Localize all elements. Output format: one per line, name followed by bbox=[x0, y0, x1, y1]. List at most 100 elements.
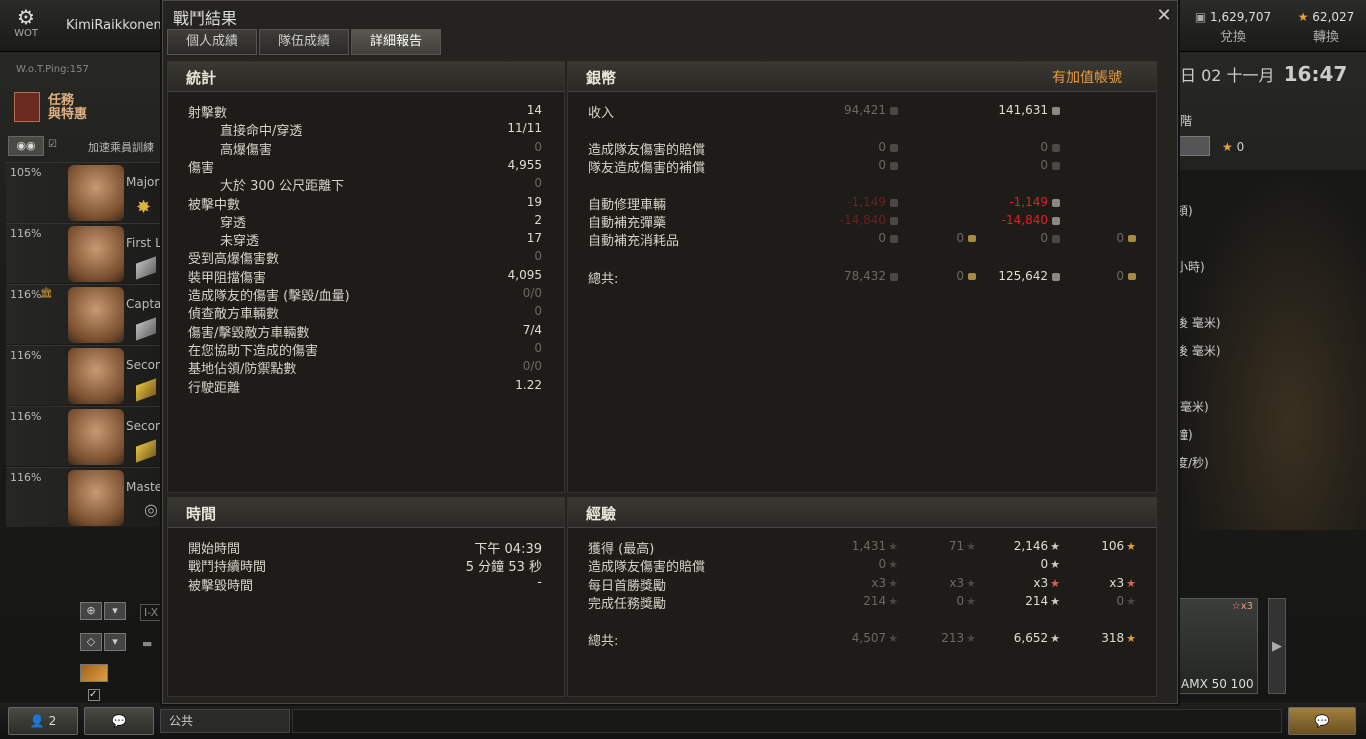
close-button[interactable]: ✕ bbox=[1155, 7, 1173, 25]
dropdown-arrow-icon[interactable]: ▾ bbox=[104, 602, 126, 620]
tab-team[interactable]: 隊伍成績 bbox=[259, 29, 349, 55]
dropdown-arrow-icon[interactable]: ▾ bbox=[104, 633, 126, 651]
xp-d: 318 ★ bbox=[1101, 631, 1136, 645]
missions-button[interactable]: 任務 與特惠 bbox=[14, 92, 164, 128]
chat-icon: 💬 bbox=[111, 714, 127, 728]
battle-results-dialog: 戰鬥結果 ✕ 個人成績 隊伍成績 詳細報告 統計 射擊數 14 直接命中/穿透 11/… bbox=[162, 0, 1178, 704]
ping-indicator: W.o.T.Ping:157 bbox=[16, 64, 89, 75]
credits-box[interactable]: ▣ 1,629,707 兌換 bbox=[1188, 10, 1278, 45]
xp-star-icon: ★ bbox=[966, 540, 976, 553]
credits-label: 自動補充彈藥 bbox=[588, 216, 667, 231]
credits-value: 1,629,707 bbox=[1210, 10, 1272, 24]
tank-type-icon[interactable]: ◇ bbox=[80, 633, 102, 651]
stat-label: 偵查敵方車輛數 bbox=[188, 307, 280, 323]
credits-base-value: -14,840 bbox=[839, 213, 886, 227]
xp-star-icon: ★ bbox=[1050, 540, 1060, 553]
carousel-scroll-right[interactable]: ▶ bbox=[1268, 598, 1286, 694]
stat-value: 0 bbox=[534, 340, 542, 355]
nation-filter[interactable]: ⊕ ▾ bbox=[80, 602, 130, 622]
tab-personal[interactable]: 個人成績 bbox=[167, 29, 257, 55]
chevron-right-icon: ▶ bbox=[1272, 639, 1282, 654]
crew-slot[interactable]: 116% Maste ◎ bbox=[6, 467, 162, 527]
stat-value: 4,095 bbox=[507, 267, 542, 282]
globe-icon[interactable]: ⊕ bbox=[80, 602, 102, 620]
credits-label: 造成隊友傷害的賠償 bbox=[588, 143, 706, 158]
stat-label: 傷害/擊毀敵方車輛數 bbox=[188, 325, 310, 341]
side-label: 後 毫米) bbox=[1176, 316, 1221, 330]
xp-b-value: x3 bbox=[949, 576, 965, 590]
crew-rank: Captai bbox=[126, 297, 162, 311]
credits-premium: 0 bbox=[1040, 140, 1060, 154]
stat-label: 裝甲阻擋傷害 bbox=[188, 270, 267, 286]
crew-rank: First L bbox=[126, 236, 162, 250]
filter-checkbox[interactable]: ✓ bbox=[88, 689, 100, 701]
credits-premium-value: 0 bbox=[1040, 140, 1048, 154]
crew-slot[interactable]: 116% Secon bbox=[6, 406, 162, 466]
mission-icon bbox=[14, 92, 40, 122]
time-header: 時間 bbox=[168, 498, 564, 528]
type-filter[interactable]: ◇ ▾ bbox=[80, 633, 130, 653]
friends-button[interactable]: 👤 2 bbox=[8, 707, 78, 735]
convert-link[interactable]: 轉換 bbox=[1290, 26, 1362, 45]
credits-base-value: 0 bbox=[878, 140, 886, 154]
credits-premium: 141,631 bbox=[998, 103, 1060, 117]
crew-slot[interactable]: 116% First L bbox=[6, 223, 162, 283]
crew-skill-pct: 116% bbox=[10, 227, 42, 240]
xp-b-value: 71 bbox=[948, 539, 965, 553]
stat-label: 高爆傷害 bbox=[220, 142, 273, 158]
credits-icon bbox=[890, 161, 898, 170]
credits-label: 自動修理車輛 bbox=[588, 198, 667, 213]
premium-filter-icon[interactable] bbox=[80, 664, 108, 682]
credits-premium: -1,149 bbox=[1009, 195, 1060, 209]
menu-button[interactable]: ⚙ WOT bbox=[0, 0, 52, 48]
xp-b: x3 ★ bbox=[949, 576, 976, 590]
xp-d: 0 ★ bbox=[1116, 594, 1136, 608]
credits-premium-gold-value: 0 bbox=[1116, 231, 1124, 245]
rank-insignia-icon bbox=[136, 317, 156, 341]
stat-label: 傷害 bbox=[188, 160, 215, 176]
time-value: 5 分鐘 53 秒 bbox=[465, 560, 542, 576]
tab-detailed[interactable]: 詳細報告 bbox=[351, 29, 441, 55]
xp-a-value: 214 bbox=[863, 594, 887, 608]
free-xp-box[interactable]: ★ 62,027 轉換 bbox=[1290, 10, 1362, 45]
xp-star-icon: ★ bbox=[888, 595, 898, 608]
crew-slot[interactable]: 105% Major ✸ bbox=[6, 162, 162, 222]
xp-star-icon: ★ bbox=[888, 540, 898, 553]
crew-group-button[interactable]: ◉◉ bbox=[8, 136, 44, 156]
stat-label: 穿透 bbox=[220, 215, 247, 231]
crew-slot[interactable]: 116% Secon bbox=[6, 345, 162, 405]
credits-icon bbox=[890, 272, 898, 281]
xp-a-value: x3 bbox=[871, 576, 887, 590]
side-button[interactable] bbox=[1176, 136, 1210, 156]
player-name[interactable]: KimiRaikkonen bbox=[66, 18, 162, 33]
chat-input[interactable] bbox=[292, 709, 1282, 733]
free-xp-value: 62,027 bbox=[1312, 10, 1355, 24]
credits-base-gold-value: 0 bbox=[956, 269, 964, 283]
credits-premium-value: 0 bbox=[1040, 158, 1048, 172]
credits-icon bbox=[1052, 234, 1060, 243]
xp-b-value: 213 bbox=[941, 631, 965, 645]
side-label: 毫米) bbox=[1180, 400, 1209, 414]
xp-star-icon: ★ bbox=[1050, 577, 1060, 590]
chat-toggle-button[interactable]: 💬 bbox=[84, 707, 154, 735]
extra-filter[interactable]: ✓ bbox=[80, 664, 130, 701]
tier-filter-label[interactable]: I-X bbox=[140, 604, 162, 621]
mission-line2: 與特惠 bbox=[48, 107, 88, 122]
stat-value: 14 bbox=[526, 103, 542, 117]
rank-insignia-icon: ✸ bbox=[136, 197, 152, 218]
exchange-link[interactable]: 兌換 bbox=[1188, 26, 1278, 45]
chat-icon: 💬 bbox=[1314, 714, 1330, 728]
credits-base-value: 0 bbox=[878, 231, 886, 245]
xp-star-icon: ★ bbox=[1126, 577, 1136, 590]
chat-channel[interactable]: 公共 bbox=[160, 709, 290, 733]
tank-card[interactable]: ☆x3 AMX 50 100 bbox=[1178, 598, 1258, 694]
checkbox-icon[interactable]: ☑ bbox=[48, 139, 57, 150]
credits-icon: ▣ bbox=[1194, 10, 1207, 24]
crew-slot[interactable]: 116% 🏛 Captai bbox=[6, 284, 162, 344]
chat-send-button[interactable]: 💬 bbox=[1288, 707, 1356, 735]
side-label: 鐘) bbox=[1176, 428, 1193, 442]
xp-star-icon: ★ bbox=[1126, 632, 1136, 645]
xp-star-icon: ★ bbox=[1126, 540, 1136, 553]
accelerate-crew-label: 加速乘員訓練 bbox=[88, 141, 154, 154]
xp-b: 71 ★ bbox=[949, 539, 976, 553]
